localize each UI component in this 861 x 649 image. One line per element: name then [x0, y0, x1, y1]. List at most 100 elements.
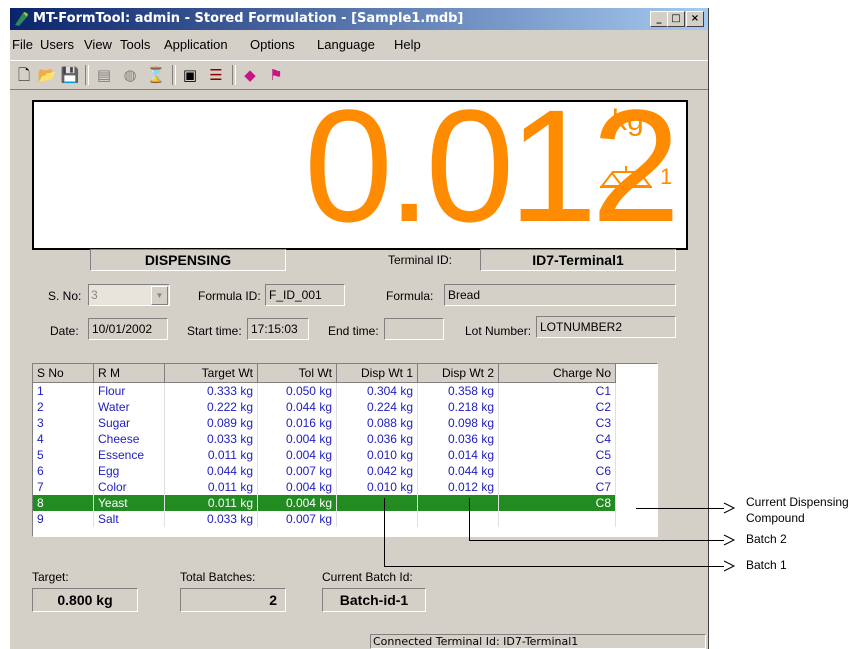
close-button[interactable]: × — [686, 11, 704, 27]
table-cell[interactable]: 0.044 kg — [417, 463, 499, 479]
table-cell[interactable]: 3 — [33, 415, 94, 431]
table-cell[interactable]: C5 — [498, 447, 616, 463]
save-disk-icon[interactable]: 💾 — [60, 65, 80, 85]
help-book-icon[interactable]: ⚑ — [266, 65, 286, 85]
formula-id-field[interactable]: F_ID_001 — [265, 284, 345, 306]
col-tol-wt[interactable]: Tol Wt — [257, 364, 337, 383]
scroll-down-icon[interactable]: ▼ — [657, 518, 658, 536]
table-cell[interactable]: 0.333 kg — [164, 382, 258, 399]
table-cell[interactable]: 0.050 kg — [257, 382, 337, 399]
table-cell[interactable]: 0.358 kg — [417, 382, 499, 399]
lot-number-field[interactable]: LOTNUMBER2 — [536, 316, 676, 338]
table-cell[interactable] — [336, 495, 418, 511]
table-cell[interactable]: Yeast — [93, 495, 165, 511]
col-disp-wt-1[interactable]: Disp Wt 1 — [336, 364, 418, 383]
table-cell[interactable]: 0.098 kg — [417, 415, 499, 431]
table-cell[interactable]: C8 — [498, 495, 616, 511]
table-cell[interactable] — [498, 511, 616, 527]
table-cell[interactable]: Sugar — [93, 415, 165, 431]
table-cell[interactable]: C7 — [498, 479, 616, 495]
table-cell[interactable]: Color — [93, 479, 165, 495]
table-cell[interactable]: 0.011 kg — [164, 447, 258, 463]
table-cell[interactable]: 0.042 kg — [336, 463, 418, 479]
table-row[interactable]: 5 Essence 0.011 kg 0.004 kg 0.010 kg 0.014 kg… — [33, 447, 616, 463]
col-target-wt[interactable]: Target Wt — [164, 364, 258, 383]
col-sno[interactable]: S No — [33, 364, 94, 383]
table-cell[interactable]: 6 — [33, 463, 94, 479]
book-icon[interactable]: ◆ — [240, 65, 260, 85]
database-icon[interactable]: ☰ — [206, 65, 226, 85]
table-cell[interactable] — [336, 511, 418, 527]
start-time-field[interactable]: 17:15:03 — [247, 318, 309, 340]
table-cell[interactable]: 0.036 kg — [336, 431, 418, 447]
table-cell[interactable]: 0.011 kg — [164, 479, 258, 495]
table-cell[interactable]: 0.004 kg — [257, 479, 337, 495]
table-cell[interactable]: 0.010 kg — [336, 479, 418, 495]
sno-select[interactable]: 3 ▼ — [88, 284, 170, 306]
table-cell[interactable] — [417, 495, 499, 511]
scroll-up-icon[interactable]: ▲ — [657, 364, 658, 382]
table-cell[interactable]: 0.224 kg — [336, 399, 418, 415]
chevron-down-icon[interactable]: ▼ — [151, 286, 168, 305]
table-cell[interactable]: 7 — [33, 479, 94, 495]
col-rm[interactable]: R M — [93, 364, 165, 383]
table-cell[interactable]: 0.014 kg — [417, 447, 499, 463]
table-cell[interactable]: 0.033 kg — [164, 511, 258, 527]
table-cell[interactable]: 0.012 kg — [417, 479, 499, 495]
table-cell[interactable]: 0.044 kg — [164, 463, 258, 479]
table-cell[interactable]: C3 — [498, 415, 616, 431]
table-cell[interactable]: Salt — [93, 511, 165, 527]
table-row[interactable]: 2 Water 0.222 kg 0.044 kg 0.224 kg 0.218 kg C2 — [33, 399, 616, 415]
formulation-table[interactable]: S No R M Target Wt Tol Wt Disp Wt 1 Disp… — [32, 363, 658, 537]
table-cell[interactable]: 0.088 kg — [336, 415, 418, 431]
table-cell[interactable]: 0.007 kg — [257, 463, 337, 479]
col-disp-wt-2[interactable]: Disp Wt 2 — [417, 364, 499, 383]
table-cell[interactable]: 0.304 kg — [336, 382, 418, 399]
properties-icon[interactable]: ▤ — [94, 65, 114, 85]
table-row[interactable]: 8 Yeast 0.011 kg 0.004 kg C8 — [33, 495, 616, 511]
table-cell[interactable]: 0.044 kg — [257, 399, 337, 415]
table-row[interactable]: 1 Flour 0.333 kg 0.050 kg 0.304 kg 0.358 kg C1 — [33, 382, 616, 399]
maximize-button[interactable]: □ — [667, 11, 685, 27]
new-file-icon[interactable]: 🗋 — [14, 65, 34, 85]
table-cell[interactable]: C6 — [498, 463, 616, 479]
table-cell[interactable]: C4 — [498, 431, 616, 447]
table-cell[interactable]: 9 — [33, 511, 94, 527]
table-cell[interactable]: 1 — [33, 382, 94, 399]
table-cell[interactable]: Water — [93, 399, 165, 415]
table-cell[interactable]: Flour — [93, 382, 165, 399]
table-cell[interactable]: 0.016 kg — [257, 415, 337, 431]
table-cell[interactable]: 0.011 kg — [164, 495, 258, 511]
menu-language[interactable]: Language — [317, 37, 375, 52]
table-cell[interactable]: 8 — [33, 495, 94, 511]
menu-options[interactable]: Options — [250, 37, 295, 52]
table-row[interactable]: 6 Egg 0.044 kg 0.007 kg 0.042 kg 0.044 kg C6 — [33, 463, 616, 479]
formula-field[interactable]: Bread — [444, 284, 676, 306]
table-cell[interactable]: 0.010 kg — [336, 447, 418, 463]
table-cell[interactable] — [417, 511, 499, 527]
end-time-field[interactable] — [384, 318, 444, 340]
menu-users[interactable]: Users — [40, 37, 74, 52]
table-cell[interactable]: Cheese — [93, 431, 165, 447]
menu-help[interactable]: Help — [394, 37, 421, 52]
menu-tools[interactable]: Tools — [120, 37, 150, 52]
table-cell[interactable]: 5 — [33, 447, 94, 463]
table-row[interactable]: 9 Salt 0.033 kg 0.007 kg — [33, 511, 616, 527]
table-row[interactable]: 3 Sugar 0.089 kg 0.016 kg 0.088 kg 0.098 kg C3 — [33, 415, 616, 431]
title-bar[interactable]: MT-FormTool: admin - Stored Formulation … — [10, 8, 708, 30]
table-cell[interactable]: 0.004 kg — [257, 447, 337, 463]
table-cell[interactable]: 0.004 kg — [257, 495, 337, 511]
hourglass-icon[interactable]: ⌛ — [146, 65, 166, 85]
table-scrollbar[interactable]: ▲ ▼ — [657, 364, 658, 536]
database-gray-icon[interactable]: ◍ — [120, 65, 140, 85]
table-cell[interactable]: 0.033 kg — [164, 431, 258, 447]
table-cell[interactable]: 0.036 kg — [417, 431, 499, 447]
table-cell[interactable]: Egg — [93, 463, 165, 479]
table-cell[interactable]: 0.007 kg — [257, 511, 337, 527]
table-cell[interactable]: 4 — [33, 431, 94, 447]
table-row[interactable]: 4 Cheese 0.033 kg 0.004 kg 0.036 kg 0.036 kg C… — [33, 431, 616, 447]
col-charge-no[interactable]: Charge No — [498, 364, 616, 383]
menu-file[interactable]: File — [12, 37, 33, 52]
table-cell[interactable]: 0.218 kg — [417, 399, 499, 415]
table-cell[interactable]: 0.089 kg — [164, 415, 258, 431]
